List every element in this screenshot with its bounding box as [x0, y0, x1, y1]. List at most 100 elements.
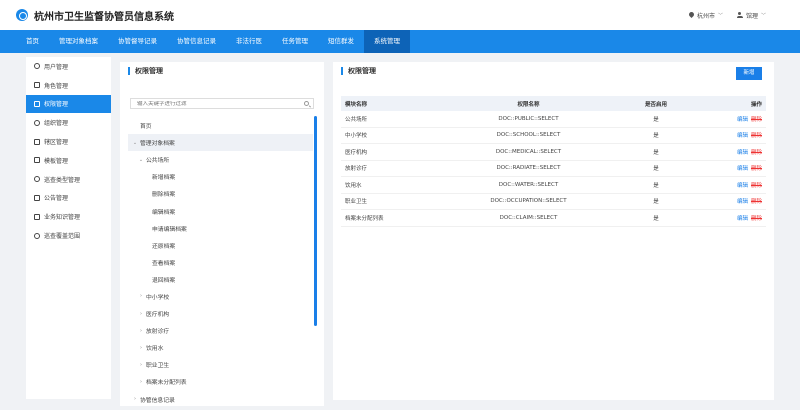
- tree-node[interactable]: › 饮用水: [128, 339, 313, 356]
- sidebar-item[interactable]: 巡查类型管理: [26, 170, 111, 189]
- collapse-arrow-icon[interactable]: ›: [138, 311, 144, 317]
- tree-node[interactable]: 查看档案: [128, 254, 313, 271]
- tree-node[interactable]: 还原档案: [128, 237, 313, 254]
- permission-table: 模块名称 权限名称 是否启用 操作 公共场所 DOC::PUBLIC::SELEC…: [341, 96, 766, 227]
- sidebar-item-label: 辖区管理: [44, 139, 69, 147]
- tree-node[interactable]: › 协管信息记录: [128, 391, 313, 403]
- table-header: 模块名称 权限名称 是否启用 操作: [341, 96, 766, 111]
- table-row: 饮用水 DOC::WATER::SELECT 是 编辑 删除: [341, 177, 766, 194]
- column-header: 模块名称: [345, 101, 368, 108]
- nav-item[interactable]: 协管信息记录: [167, 30, 226, 53]
- tree-node[interactable]: › 放射诊疗: [128, 322, 313, 339]
- delete-link[interactable]: 删除: [751, 133, 762, 139]
- collapse-arrow-icon[interactable]: ›: [132, 396, 138, 402]
- permission-cell: DOC::SCHOOL::SELECT: [496, 132, 561, 139]
- delete-link[interactable]: 删除: [751, 150, 762, 156]
- main-nav: 首页 管理对象档案 协管督导记录 协管信息记录 非法行医 任务管理 短信群发 系统管理: [0, 30, 800, 53]
- nav-item[interactable]: 协管督导记录: [108, 30, 167, 53]
- module-cell: 职业卫生: [345, 199, 368, 206]
- sidebar-item[interactable]: 巡查覆盖范围: [26, 226, 111, 245]
- column-header: 权限名称: [517, 101, 540, 108]
- location-selector[interactable]: 杭州市 ﹀: [689, 11, 723, 20]
- edit-link[interactable]: 编辑: [737, 150, 748, 156]
- edit-link[interactable]: 编辑: [737, 216, 748, 222]
- tree-node[interactable]: 申请编辑档案: [128, 220, 313, 237]
- tree-node[interactable]: 首页: [128, 117, 313, 134]
- enabled-cell: 是: [653, 182, 659, 189]
- delete-link[interactable]: 删除: [751, 216, 762, 222]
- expand-arrow-icon[interactable]: ⌄: [138, 157, 144, 163]
- permission-cell: DOC::RADIATE::SELECT: [496, 165, 561, 172]
- delete-link[interactable]: 删除: [751, 183, 762, 189]
- tree-node[interactable]: › 中小学校: [128, 288, 313, 305]
- chevron-down-icon: ﹀: [717, 12, 723, 19]
- sidebar-item-icon: [34, 119, 40, 126]
- nav-item[interactable]: 非法行医: [226, 30, 272, 53]
- tree-node-label: 编辑档案: [152, 209, 176, 216]
- collapse-arrow-icon[interactable]: ›: [138, 345, 144, 351]
- tree-node[interactable]: 编辑档案: [128, 202, 313, 219]
- sidebar-item-icon: [34, 176, 40, 183]
- actions-cell: 编辑 删除: [706, 197, 766, 205]
- module-cell: 饮用水: [345, 182, 362, 189]
- tree-filter-input[interactable]: [137, 100, 297, 107]
- tree-scrollbar[interactable]: [314, 116, 317, 326]
- sidebar-item[interactable]: 权限管理: [26, 94, 111, 114]
- new-button[interactable]: 新增: [736, 67, 762, 80]
- delete-link[interactable]: 删除: [751, 166, 762, 172]
- actions-cell: 编辑 删除: [706, 131, 766, 139]
- user-menu[interactable]: 馆理 ﹀: [736, 11, 766, 20]
- tree-node[interactable]: › 医疗机构: [128, 305, 313, 322]
- edit-link[interactable]: 编辑: [737, 133, 748, 139]
- title-accent-bar: [341, 67, 343, 75]
- sidebar-item[interactable]: 公告管理: [26, 189, 111, 208]
- collapse-arrow-icon[interactable]: ›: [138, 293, 144, 299]
- sidebar-item[interactable]: 业务知识管理: [26, 207, 111, 226]
- sidebar-item-label: 业务知识管理: [44, 214, 81, 222]
- nav-item[interactable]: 短信群发: [318, 30, 364, 53]
- sidebar-item[interactable]: 用户管理: [26, 57, 111, 76]
- tree-node[interactable]: ⌄ 公共场所: [128, 151, 313, 168]
- search-icon: [304, 101, 309, 106]
- tree-node[interactable]: › 档案未分配列表: [128, 373, 313, 390]
- edit-link[interactable]: 编辑: [737, 183, 748, 189]
- sidebar-item-icon: [34, 100, 40, 107]
- edit-link[interactable]: 编辑: [737, 117, 748, 123]
- collapse-arrow-icon[interactable]: ›: [138, 328, 144, 334]
- sidebar-item-label: 巡查类型管理: [44, 176, 81, 184]
- top-header: 杭州市卫生监督协管员信息系统 杭州市 ﹀ 馆理 ﹀: [0, 0, 800, 30]
- nav-item[interactable]: 管理对象档案: [49, 30, 108, 53]
- nav-item[interactable]: 系统管理: [364, 30, 410, 53]
- enabled-cell: 是: [653, 133, 659, 140]
- tree-node[interactable]: 退回档案: [128, 271, 313, 288]
- delete-link[interactable]: 删除: [751, 117, 762, 123]
- sidebar-item[interactable]: 辖区管理: [26, 132, 111, 151]
- enabled-cell: 是: [653, 199, 659, 206]
- edit-link[interactable]: 编辑: [737, 166, 748, 172]
- delete-link[interactable]: 删除: [751, 199, 762, 205]
- collapse-arrow-icon[interactable]: ›: [138, 362, 144, 368]
- tree-node[interactable]: 删除档案: [128, 185, 313, 202]
- nav-item[interactable]: 首页: [16, 30, 49, 53]
- tree-node-label: 档案未分配列表: [146, 380, 187, 387]
- table-row: 医疗机构 DOC::MEDICAL::SELECT 是 编辑 删除: [341, 144, 766, 161]
- permission-cell: DOC::OCCUPATION::SELECT: [490, 198, 567, 205]
- sidebar-item-label: 组织管理: [44, 120, 69, 128]
- nav-item[interactable]: 任务管理: [272, 30, 318, 53]
- tree-node[interactable]: › 职业卫生: [128, 356, 313, 373]
- collapse-arrow-icon[interactable]: ›: [138, 379, 144, 385]
- module-cell: 档案未分配列表: [345, 215, 384, 222]
- sidebar-item[interactable]: 组织管理: [26, 113, 111, 132]
- tree-node[interactable]: ⌄ 管理对象档案: [128, 134, 313, 152]
- enabled-cell: 是: [653, 215, 659, 222]
- panel-header: 权限管理: [333, 62, 774, 80]
- sidebar-item[interactable]: 模板管理: [26, 151, 111, 170]
- table-body: 公共场所 DOC::PUBLIC::SELECT 是编辑 删除 中小学校 DOC::SCH…: [341, 111, 766, 227]
- tree-node[interactable]: 新增档案: [128, 168, 313, 185]
- expand-arrow-icon[interactable]: ⌄: [132, 140, 138, 146]
- sidebar-item[interactable]: 角色管理: [26, 76, 111, 95]
- edit-link[interactable]: 编辑: [737, 199, 748, 205]
- tree-node-label: 首页: [140, 124, 152, 131]
- location-label: 杭州市: [696, 12, 715, 20]
- actions-cell: 编辑 删除: [706, 115, 766, 123]
